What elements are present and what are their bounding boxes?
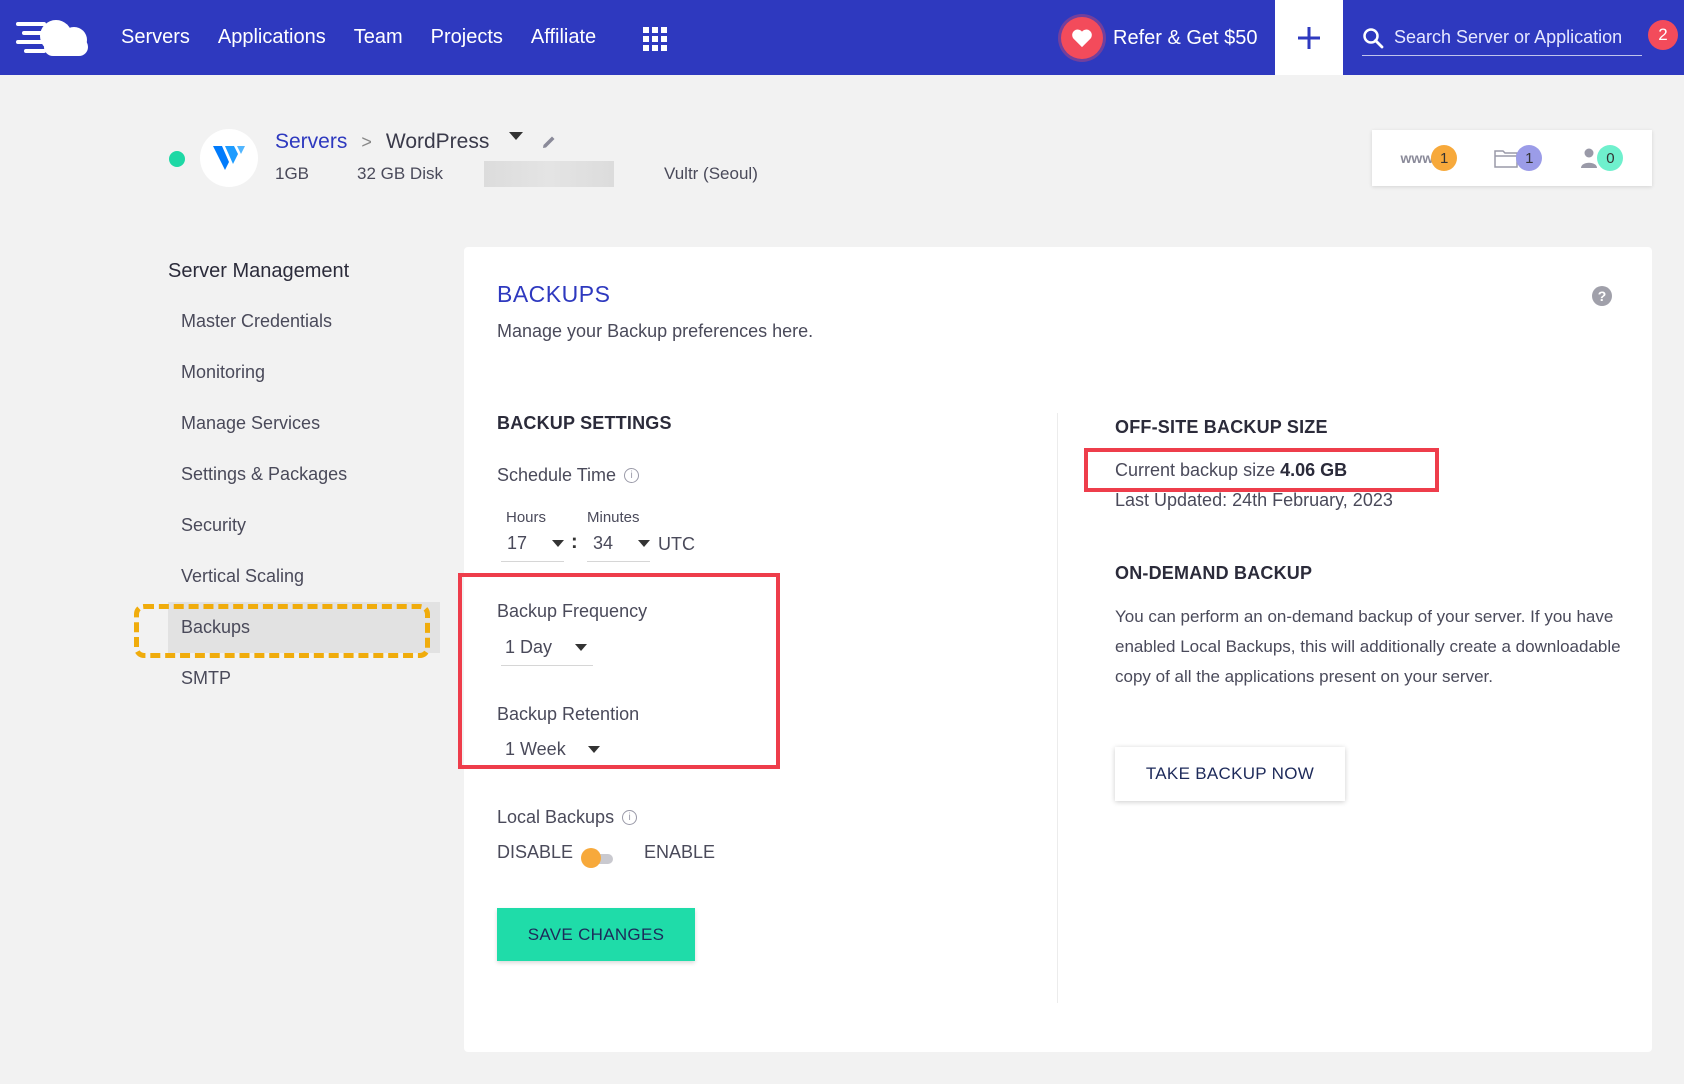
- add-new-button[interactable]: [1275, 0, 1343, 75]
- server-ip-redacted: [484, 161, 614, 187]
- local-backups-text: Local Backups: [497, 807, 615, 827]
- top-navbar: Servers Applications Team Projects Affil…: [0, 0, 1684, 75]
- apps-grid-icon[interactable]: [643, 27, 667, 51]
- plus-icon: [1298, 26, 1320, 49]
- hours-caret-icon: [552, 540, 564, 547]
- folder-count: 1: [1516, 145, 1543, 171]
- ondemand-description: You can perform an on-demand backup of y…: [1115, 607, 1621, 686]
- help-icon[interactable]: ?: [1592, 286, 1612, 306]
- www-counter[interactable]: www 1: [1401, 145, 1458, 171]
- vultr-logo-icon: [200, 129, 258, 187]
- sidebar-item-master-credentials[interactable]: Master Credentials: [168, 296, 440, 347]
- backup-retention-label: Backup Retention: [497, 704, 640, 724]
- server-switch-caret-icon[interactable]: [509, 132, 524, 140]
- server-status-indicator: [169, 151, 185, 167]
- nav-applications[interactable]: Applications: [218, 26, 326, 49]
- folder-counter[interactable]: 1: [1494, 145, 1543, 171]
- sidebar-item-backups[interactable]: Backups: [168, 602, 440, 653]
- retention-caret-icon: [588, 745, 600, 753]
- disable-label: DISABLE: [497, 842, 574, 862]
- frequency-caret-icon: [575, 644, 587, 651]
- search-input[interactable]: [1394, 27, 1634, 48]
- sidebar-item-vertical-scaling[interactable]: Vertical Scaling: [168, 551, 440, 602]
- minutes-label: Minutes: [587, 509, 640, 526]
- last-updated: Last Updated: 24th February, 2023: [1115, 490, 1393, 510]
- nav-projects[interactable]: Projects: [431, 26, 503, 49]
- timezone-label: UTC: [658, 534, 695, 554]
- page-title: BACKUPS: [497, 281, 611, 307]
- user-count: 0: [1597, 145, 1624, 171]
- backup-frequency-value: 1 Day: [505, 637, 553, 657]
- schedule-time-text: Schedule Time: [497, 465, 617, 485]
- hours-select[interactable]: 17: [501, 526, 564, 562]
- www-icon: www: [1400, 150, 1434, 166]
- time-separator: :: [571, 531, 578, 553]
- nav-affiliate[interactable]: Affiliate: [531, 26, 596, 49]
- local-backups-toggle-knob[interactable]: [581, 848, 601, 868]
- server-disk: 32 GB Disk: [357, 164, 443, 183]
- backups-card: BACKUPS Manage your Backup preferences h…: [458, 247, 1652, 1052]
- www-count: 1: [1431, 145, 1458, 171]
- nav-servers[interactable]: Servers: [121, 26, 190, 49]
- save-changes-button[interactable]: SAVE CHANGES: [497, 908, 695, 961]
- minutes-caret-icon: [638, 540, 650, 547]
- search-bar: [1362, 20, 1642, 56]
- hours-value: 17: [507, 533, 528, 553]
- hours-label: Hours: [506, 509, 547, 526]
- backup-retention-value: 1 Week: [505, 738, 566, 759]
- enable-label: ENABLE: [644, 842, 716, 862]
- backup-retention-select[interactable]: 1 Week: [501, 731, 606, 767]
- backup-settings-heading: BACKUP SETTINGS: [497, 413, 672, 433]
- edit-pencil-icon[interactable]: [541, 134, 557, 150]
- sidebar-menu: Master Credentials Monitoring Manage Ser…: [168, 296, 440, 704]
- breadcrumb-servers-link[interactable]: Servers: [275, 130, 347, 154]
- current-size-value: 4.06 GB: [1280, 460, 1348, 480]
- take-backup-now-button[interactable]: TAKE BACKUP NOW: [1115, 747, 1345, 801]
- minutes-value: 34: [593, 533, 614, 553]
- backup-frequency-select[interactable]: 1 Day: [501, 630, 593, 666]
- cloudways-logo-icon[interactable]: [14, 14, 96, 60]
- backup-frequency-label: Backup Frequency: [497, 601, 648, 621]
- current-backup-size: Current backup size 4.06 GB: [1115, 460, 1347, 481]
- sidebar-item-security[interactable]: Security: [168, 500, 440, 551]
- minutes-select[interactable]: 34: [587, 526, 650, 562]
- page-subtitle: Manage your Backup preferences here.: [497, 321, 814, 341]
- refer-label: Refer & Get $50: [1113, 26, 1258, 49]
- main-nav: Servers Applications Team Projects Affil…: [121, 0, 624, 75]
- ondemand-backup-heading: ON-DEMAND BACKUP: [1115, 563, 1313, 583]
- heart-icon: [1061, 17, 1103, 59]
- nav-team[interactable]: Team: [354, 26, 403, 49]
- schedule-time-label: Schedule Time i: [497, 465, 640, 486]
- current-size-prefix: Current backup size: [1115, 460, 1276, 480]
- server-counters: www 1 1 0: [1372, 130, 1652, 186]
- sidebar-item-manage-services[interactable]: Manage Services: [168, 398, 440, 449]
- sidebar-item-settings-packages[interactable]: Settings & Packages: [168, 449, 440, 500]
- column-divider: [1057, 413, 1058, 1003]
- schedule-info-icon[interactable]: i: [624, 468, 640, 483]
- notification-badge[interactable]: 2: [1648, 20, 1678, 50]
- sidebar-item-smtp[interactable]: SMTP: [168, 653, 440, 704]
- sidebar-title: Server Management: [168, 260, 350, 282]
- refer-button[interactable]: Refer & Get $50: [1061, 17, 1258, 59]
- breadcrumb-separator-icon: >: [361, 131, 372, 152]
- user-icon: [1581, 148, 1598, 168]
- server-name: WordPress: [385, 130, 490, 153]
- breadcrumb: Servers > WordPress: [275, 130, 557, 154]
- server-location: Vultr (Seoul): [664, 164, 758, 183]
- folder-icon: [1494, 150, 1519, 168]
- offsite-backup-heading: OFF-SITE BACKUP SIZE: [1115, 417, 1328, 437]
- sidebar-item-monitoring[interactable]: Monitoring: [168, 347, 440, 398]
- local-backups-label: Local Backups i: [497, 807, 638, 828]
- local-backups-info-icon[interactable]: i: [622, 810, 638, 825]
- search-icon: [1363, 27, 1384, 48]
- server-ram: 1GB: [275, 164, 310, 183]
- user-counter[interactable]: 0: [1579, 145, 1624, 171]
